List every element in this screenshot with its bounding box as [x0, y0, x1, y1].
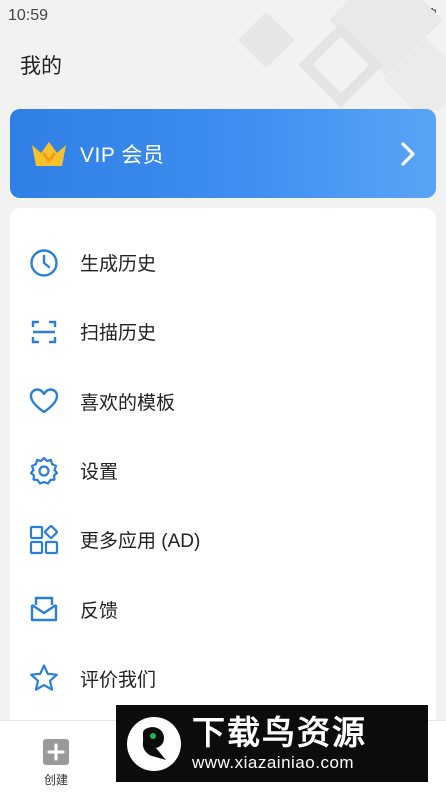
vip-membership-card[interactable]: VIP 会员: [10, 109, 436, 198]
menu-item-settings[interactable]: 设置: [10, 436, 436, 505]
tab-create-label: 创建: [43, 773, 68, 787]
menu-item-label: 评价我们: [80, 669, 157, 691]
page-title: 我的: [20, 55, 62, 78]
watermark-banner: 下载鸟资源 www.xiazainiao.com: [116, 705, 428, 782]
menu-item-rate-us[interactable]: 评价我们: [10, 644, 436, 713]
menu-item-more-apps[interactable]: 更多应用 (AD): [10, 505, 436, 574]
chevron-right-icon: [401, 141, 415, 166]
status-time: 10:59: [8, 7, 49, 24]
tab-create[interactable]: 创建: [34, 739, 78, 788]
add-icon: [43, 739, 69, 765]
menu-item-favorite-templates[interactable]: 喜欢的模板: [10, 367, 436, 436]
watermark-text: 下载鸟资源 www.xiazainiao.com: [192, 714, 367, 774]
background-decoration: [216, 0, 446, 110]
apps-icon: [28, 524, 60, 556]
menu-item-label: 更多应用 (AD): [80, 531, 201, 553]
menu-item-label: 设置: [80, 462, 119, 484]
menu-item-label: 扫描历史: [80, 323, 157, 345]
vip-label: VIP 会员: [80, 143, 165, 167]
gear-icon: [28, 455, 60, 487]
star-icon: [28, 662, 60, 694]
mail-icon: [28, 593, 60, 625]
scan-icon: [28, 316, 60, 348]
menu-item-label: 反馈: [80, 600, 119, 622]
menu-item-generate-history[interactable]: 生成历史: [10, 228, 436, 297]
heart-icon: [28, 385, 60, 417]
menu-card: 生成历史 扫描历史 喜欢的模板 设置 更多应用 (AD) 反馈 评价我们: [10, 208, 436, 728]
bird-logo-icon: [127, 716, 181, 771]
clock-icon: [28, 247, 60, 279]
menu-item-label: 生成历史: [80, 254, 157, 276]
watermark-url: www.xiazainiao.com: [192, 752, 355, 772]
menu-item-scan-history[interactable]: 扫描历史: [10, 297, 436, 366]
menu-item-feedback[interactable]: 反馈: [10, 574, 436, 643]
crown-icon: [32, 141, 66, 166]
watermark-title: 下载鸟资源: [192, 713, 367, 751]
menu-item-label: 喜欢的模板: [80, 392, 176, 414]
